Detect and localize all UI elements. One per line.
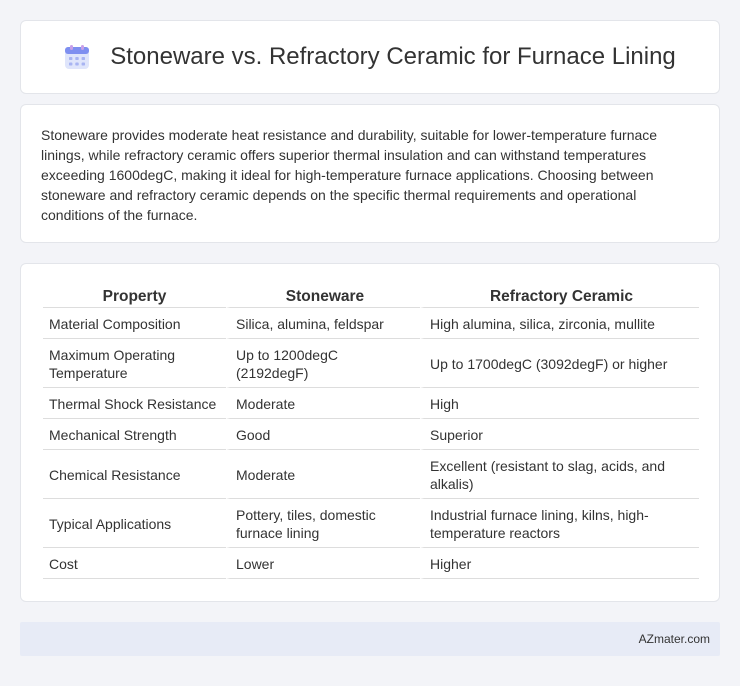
table-cell: Higher — [420, 548, 699, 579]
table-row: Mechanical Strength Good Superior — [43, 419, 699, 450]
table-cell: Mechanical Strength — [43, 419, 226, 450]
column-header-refractory-ceramic: Refractory Ceramic — [420, 286, 699, 308]
comparison-table: Property Stoneware Refractory Ceramic Ma… — [43, 286, 699, 579]
summary-card: Stoneware provides moderate heat resista… — [20, 104, 720, 243]
footer-brand: AZmater.com — [638, 632, 710, 646]
table-row: Typical Applications Pottery, tiles, dom… — [43, 499, 699, 548]
table-header-row: Property Stoneware Refractory Ceramic — [43, 286, 699, 308]
table-cell: Thermal Shock Resistance — [43, 388, 226, 419]
table-cell: Pottery, tiles, domestic furnace lining — [226, 499, 420, 548]
table-cell: Lower — [226, 548, 420, 579]
table-cell: High alumina, silica, zirconia, mullite — [420, 308, 699, 339]
table-cell: Excellent (resistant to slag, acids, and… — [420, 450, 699, 499]
table-row: Maximum Operating Temperature Up to 1200… — [43, 339, 699, 388]
column-header-property: Property — [43, 286, 226, 308]
table-row: Material Composition Silica, alumina, fe… — [43, 308, 699, 339]
table-row: Chemical Resistance Moderate Excellent (… — [43, 450, 699, 499]
column-header-stoneware: Stoneware — [226, 286, 420, 308]
calendar-icon — [65, 45, 90, 69]
table-cell: Maximum Operating Temperature — [43, 339, 226, 388]
table-cell: Up to 1200degC (2192degF) — [226, 339, 420, 388]
table-cell: Material Composition — [43, 308, 226, 339]
table-cell: Up to 1700degC (3092degF) or higher — [420, 339, 699, 388]
comparison-table-card: Property Stoneware Refractory Ceramic Ma… — [20, 263, 720, 602]
summary-text: Stoneware provides moderate heat resista… — [41, 127, 658, 223]
table-row: Thermal Shock Resistance Moderate High — [43, 388, 699, 419]
table-cell: High — [420, 388, 699, 419]
table-cell: Cost — [43, 548, 226, 579]
title-wrap: Stoneware vs. Refractory Ceramic for Fur… — [64, 43, 676, 71]
footer: AZmater.com — [20, 622, 720, 656]
page-title: Stoneware vs. Refractory Ceramic for Fur… — [110, 43, 676, 70]
table-cell: Typical Applications — [43, 499, 226, 548]
table-cell: Chemical Resistance — [43, 450, 226, 499]
table-cell: Good — [226, 419, 420, 450]
table-cell: Silica, alumina, feldspar — [226, 308, 420, 339]
table-cell: Moderate — [226, 388, 420, 419]
title-card: Stoneware vs. Refractory Ceramic for Fur… — [20, 20, 720, 94]
table-row: Cost Lower Higher — [43, 548, 699, 579]
table-cell: Industrial furnace lining, kilns, high-t… — [420, 499, 699, 548]
table-cell: Superior — [420, 419, 699, 450]
table-cell: Moderate — [226, 450, 420, 499]
